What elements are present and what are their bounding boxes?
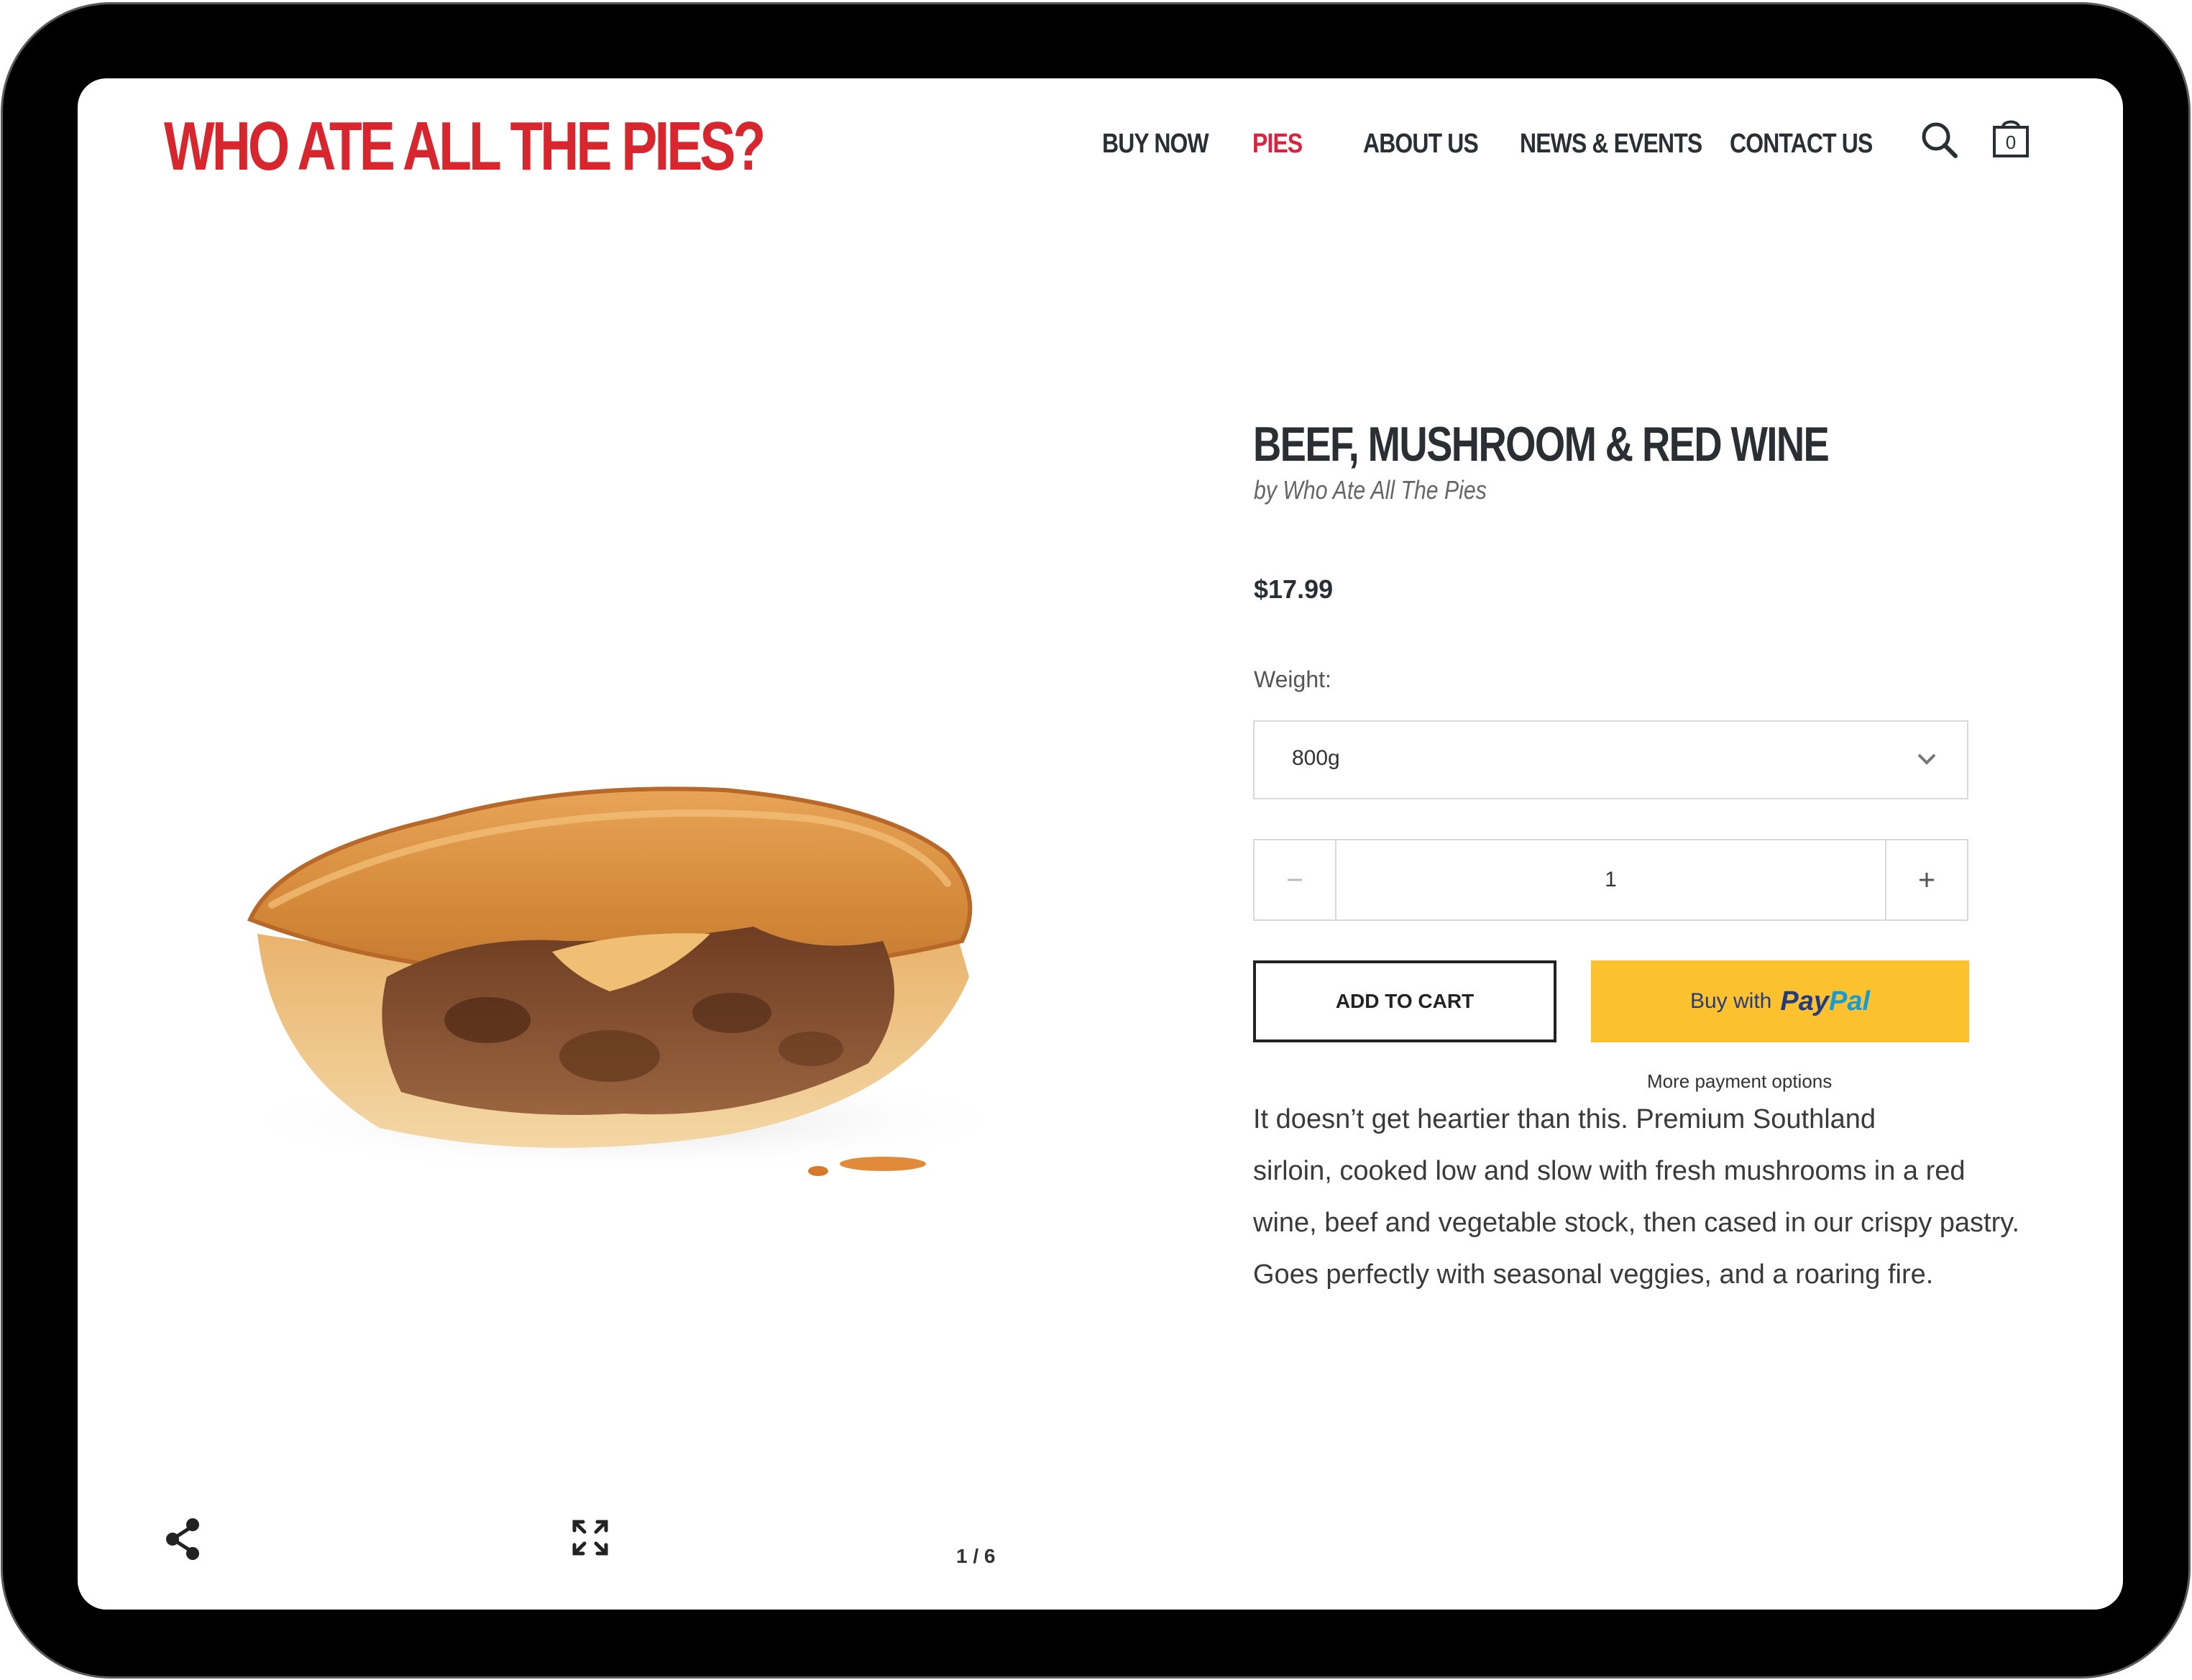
nav-item-about-us[interactable]: ABOUT US	[1363, 129, 1479, 160]
cart-count: 0	[2005, 132, 2017, 153]
paypal-button[interactable]: Buy with PayPal	[1591, 960, 1969, 1042]
description-line: Goes perfectly with seasonal veggies, an…	[1253, 1259, 1934, 1290]
product-image[interactable]	[164, 761, 1041, 1207]
paypal-logo-pay: Pay	[1780, 986, 1829, 1016]
gallery-counter: 1 / 6	[956, 1545, 996, 1567]
paypal-logo-pal: Pal	[1828, 986, 1871, 1016]
share-icon[interactable]	[162, 1516, 203, 1566]
site-logo[interactable]: WHO ATE ALL THE PIES?	[164, 107, 766, 186]
cart-bag-icon[interactable]: 0	[1991, 116, 2030, 159]
minus-icon	[1288, 878, 1302, 881]
plus-icon	[1920, 873, 1934, 887]
nav-item-contact-us[interactable]: CONTACT US	[1730, 129, 1873, 160]
search-icon[interactable]	[1920, 120, 1960, 164]
tablet-frame: WHO ATE ALL THE PIES? BUY NOW PIES ABOUT…	[3, 4, 2188, 1676]
description-line: sirloin, cooked low and slow with fresh …	[1253, 1156, 1966, 1186]
weight-select-value: 800g	[1292, 746, 1340, 770]
product-vendor[interactable]: by Who Ate All The Pies	[1254, 475, 1487, 505]
quantity-stepper: 1	[1253, 839, 1968, 921]
weight-label: Weight:	[1254, 666, 1331, 692]
product-price: $17.99	[1254, 574, 1334, 604]
paypal-button-prefix: Buy with	[1689, 989, 1772, 1013]
weight-select[interactable]: 800g	[1253, 720, 1968, 799]
product-description: It doesn’t get heartier than this. Premi…	[1253, 1093, 2020, 1300]
paypal-logo: PayPal	[1780, 986, 1870, 1017]
chevron-down-icon	[1917, 752, 1937, 770]
more-payment-options-link[interactable]: More payment options	[1647, 1070, 1832, 1093]
quantity-increase-button[interactable]	[1885, 840, 1967, 919]
quantity-input[interactable]: 1	[1335, 868, 1886, 892]
nav-item-pies[interactable]: PIES	[1252, 129, 1303, 160]
quantity-decrease-button[interactable]	[1255, 840, 1336, 919]
nav-item-buy-now[interactable]: BUY NOW	[1102, 129, 1209, 160]
description-line: It doesn’t get heartier than this. Premi…	[1253, 1104, 1876, 1134]
screen: WHO ATE ALL THE PIES? BUY NOW PIES ABOUT…	[78, 78, 2123, 1610]
add-to-cart-button[interactable]: ADD TO CART	[1253, 960, 1556, 1042]
expand-icon[interactable]	[572, 1519, 609, 1560]
nav-item-news-events[interactable]: NEWS & EVENTS	[1520, 129, 1702, 160]
description-line: wine, beef and vegetable stock, then cas…	[1253, 1208, 2020, 1238]
product-title: BEEF, MUSHROOM & RED WINE	[1253, 417, 1830, 472]
